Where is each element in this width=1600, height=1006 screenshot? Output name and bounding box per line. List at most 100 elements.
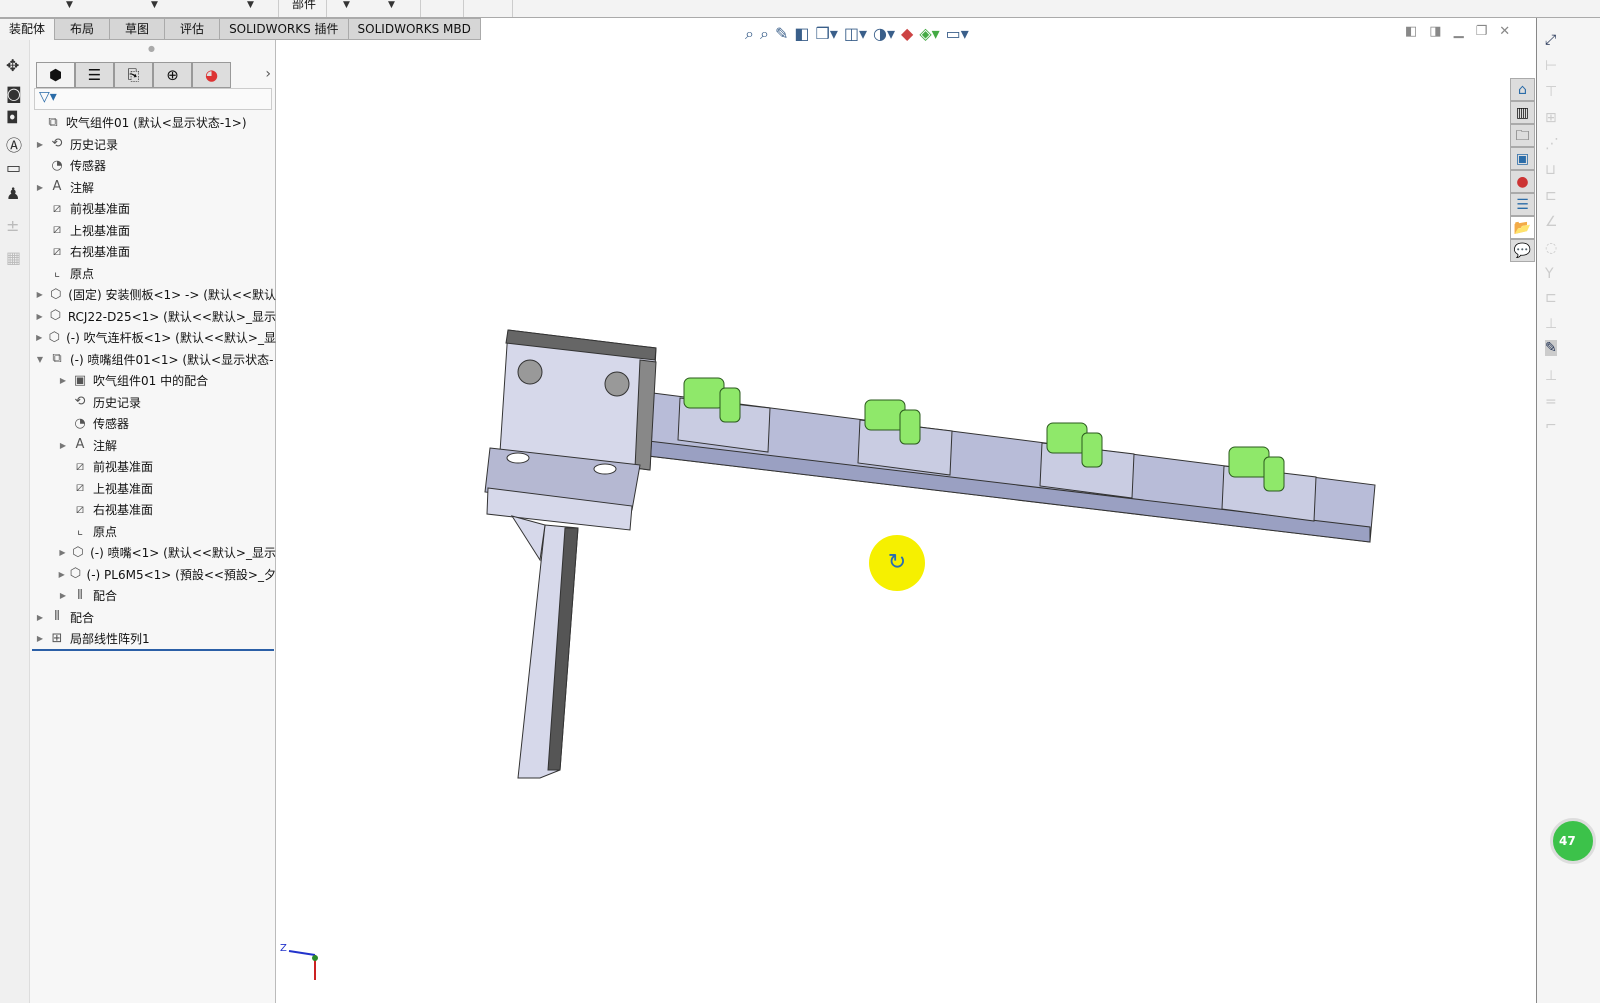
previous-doc-icon[interactable]: ◧ xyxy=(1405,24,1417,39)
expand-arrow-icon[interactable]: ▶ xyxy=(57,376,69,385)
view-orientation-icon[interactable]: ◫▾ xyxy=(844,24,867,44)
rollback-bar[interactable] xyxy=(32,649,274,651)
tree-item[interactable]: ⟲ 历史记录 xyxy=(30,392,276,414)
expand-arrow-icon[interactable]: ▶ xyxy=(34,613,46,622)
forum-icon[interactable]: 💬 xyxy=(1510,239,1535,262)
previous-view-icon[interactable]: ✎ xyxy=(775,24,788,44)
weld-icon[interactable]: ± xyxy=(6,216,19,235)
vertical-ordinate-icon[interactable]: ⊏ xyxy=(1545,188,1557,204)
note-icon[interactable]: Ⓐ xyxy=(6,132,22,156)
tab-solidworks-mbd[interactable]: SOLIDWORKS MBD xyxy=(348,18,481,40)
progress-badge[interactable]: 47 xyxy=(1550,818,1596,864)
dynamic-annotation-icon[interactable]: ❒▾ xyxy=(815,24,837,44)
tree-item[interactable]: ⧄ 前视基准面 xyxy=(30,456,276,478)
minimize-icon[interactable]: ▁ xyxy=(1454,24,1464,39)
ordinate-dimension-icon[interactable]: ⋰ xyxy=(1545,136,1559,152)
dimxpert-tab[interactable]: ⊕ xyxy=(153,62,192,88)
dropdown-arrow[interactable]: ▼ xyxy=(66,0,73,10)
baseline-dimension-icon[interactable]: ⊞ xyxy=(1545,110,1557,126)
tab-solidworks-addins[interactable]: SOLIDWORKS 插件 xyxy=(220,18,349,40)
property-manager-tab[interactable]: ☰ xyxy=(75,62,114,88)
custom-properties-icon[interactable]: ☰ xyxy=(1510,193,1535,216)
expand-arrow-icon[interactable]: ▶ xyxy=(57,441,69,450)
expand-arrow-icon[interactable]: ▶ xyxy=(57,591,69,600)
table-icon[interactable]: ▦ xyxy=(6,248,21,267)
weld-symbol-icon[interactable]: ⊥ xyxy=(1545,368,1557,384)
expand-arrow-icon[interactable]: ▶ xyxy=(34,634,46,643)
zoom-to-area-icon[interactable]: ⌕ xyxy=(760,24,769,44)
zoom-to-fit-icon[interactable]: ⌕ xyxy=(745,24,754,44)
expand-arrow-icon[interactable]: ▶ xyxy=(57,548,68,557)
display-style-icon[interactable]: ◑▾ xyxy=(873,24,895,44)
equal-icon[interactable]: = xyxy=(1545,394,1557,410)
horizontal-dimension-icon[interactable]: ⊢ xyxy=(1545,58,1557,74)
appearances-icon[interactable]: ● xyxy=(1510,170,1535,193)
expand-arrow-icon[interactable]: ▶ xyxy=(34,312,45,321)
tree-item[interactable]: ▶ ⬡ (-) PL6M5<1> (預設<<預設>_夕 xyxy=(30,564,276,586)
tree-item[interactable]: ▶ ▣ 吹气组件01 中的配合 xyxy=(30,370,276,392)
collapse-handle[interactable]: ● xyxy=(148,44,155,53)
tree-item[interactable]: ⧉ 吹气组件01 (默认<显示状态-1>) xyxy=(30,112,276,134)
tree-item[interactable]: ⧄ 右视基准面 xyxy=(30,499,276,521)
dropdown-arrow[interactable]: ▼ xyxy=(343,0,350,10)
expand-arrow-icon[interactable]: ▶ xyxy=(57,570,66,579)
next-doc-icon[interactable]: ◨ xyxy=(1429,24,1441,39)
people-icon[interactable]: ♟ xyxy=(6,184,20,203)
bracket-icon[interactable]: ⊏ xyxy=(1545,290,1557,306)
dropdown-arrow[interactable]: ▼ xyxy=(388,0,395,10)
tab-evaluate[interactable]: 评估 xyxy=(165,18,221,40)
tree-item[interactable]: ▶ ⟲ 历史记录 xyxy=(30,134,276,156)
tree-item[interactable]: ⧄ 前视基准面 xyxy=(30,198,276,220)
path-icon[interactable]: Y xyxy=(1545,266,1554,282)
tree-item[interactable]: ⌞ 原点 xyxy=(30,263,276,285)
configuration-manager-tab[interactable]: ⎘ xyxy=(114,62,153,88)
datum-icon[interactable]: ⊥ xyxy=(1545,316,1557,332)
tree-item[interactable]: ⧄ 上视基准面 xyxy=(30,220,276,242)
tree-item[interactable]: ▶ ⊞ 局部线性阵列1 xyxy=(30,628,276,650)
tree-item[interactable]: ▼ ⧉ (-) 喷嘴组件01<1> (默认<显示状态- xyxy=(30,349,276,371)
section-view-icon[interactable]: ◧ xyxy=(794,24,809,44)
tree-item[interactable]: ▶ ⫴ 配合 xyxy=(30,585,276,607)
edit-appearance-icon[interactable]: ◆ xyxy=(901,24,913,44)
tree-item[interactable]: ⌞ 原点 xyxy=(30,521,276,543)
tree-item[interactable]: ▶ A 注解 xyxy=(30,177,276,199)
home-icon[interactable]: ⌂ xyxy=(1510,78,1535,101)
apply-scene-icon[interactable]: ◈▾ xyxy=(919,24,939,44)
tree-item[interactable]: ⧄ 右视基准面 xyxy=(30,241,276,263)
file-explorer-icon[interactable]: 🗀 xyxy=(1510,124,1535,147)
design-library-icon[interactable]: ▥ xyxy=(1510,101,1535,124)
tree-item[interactable]: ▶ ⬡ (-) 吹气连杆板<1> (默认<<默认>_显 xyxy=(30,327,276,349)
tree-item[interactable]: ▶ ⬡ RCJ22-D25<1> (默认<<默认>_显示 xyxy=(30,306,276,328)
hook-icon[interactable]: ⌐ xyxy=(1545,418,1557,434)
close-icon[interactable]: ✕ xyxy=(1499,24,1510,39)
vertical-dimension-icon[interactable]: ⊤ xyxy=(1545,84,1557,100)
display-manager-tab[interactable]: ◕ xyxy=(192,62,231,88)
sequence-icon[interactable]: ◘ xyxy=(6,108,19,127)
expand-arrow-icon[interactable]: ▶ xyxy=(34,290,45,299)
dropdown-arrow[interactable]: ▼ xyxy=(151,0,158,10)
tree-item[interactable]: ▶ A 注解 xyxy=(30,435,276,457)
view-settings-icon[interactable]: ▭▾ xyxy=(946,24,969,44)
chain-dimension-icon[interactable]: ⊔ xyxy=(1545,162,1556,178)
tree-item[interactable]: ◔ 传感器 xyxy=(30,155,276,177)
tab-layout[interactable]: 布局 xyxy=(55,18,111,40)
chamfer-icon[interactable]: ◌ xyxy=(1545,240,1557,256)
edit-icon[interactable]: ✎ xyxy=(1545,340,1557,356)
tree-item[interactable]: ⧄ 上视基准面 xyxy=(30,478,276,500)
angle-icon[interactable]: ∠ xyxy=(1545,214,1558,230)
smart-mate-icon[interactable]: ✥ xyxy=(6,56,19,75)
tree-item[interactable]: ▶ ⫴ 配合 xyxy=(30,607,276,629)
smart-dimension-icon[interactable]: ⤢ xyxy=(1545,32,1556,48)
expand-arrow-icon[interactable]: ▶ xyxy=(34,140,46,149)
graphics-area[interactable]: Z xyxy=(277,18,1535,1003)
tab-assembly[interactable]: 装配体 xyxy=(0,18,56,40)
tree-item[interactable]: ◔ 传感器 xyxy=(30,413,276,435)
tree-item[interactable]: ▶ ⬡ (固定) 安装侧板<1> -> (默认<<默认 xyxy=(30,284,276,306)
balloon-icon[interactable]: ◙ xyxy=(6,84,22,103)
feature-manager-tab[interactable]: ⬢ xyxy=(36,62,75,88)
restore-icon[interactable]: ❐ xyxy=(1476,24,1488,39)
view-palette-icon[interactable]: ▣ xyxy=(1510,147,1535,170)
tree-filter[interactable]: ▽▾ xyxy=(34,88,272,110)
tag-icon[interactable]: ▭ xyxy=(6,158,21,177)
tree-item[interactable]: ▶ ⬡ (-) 喷嘴<1> (默认<<默认>_显示 xyxy=(30,542,276,564)
